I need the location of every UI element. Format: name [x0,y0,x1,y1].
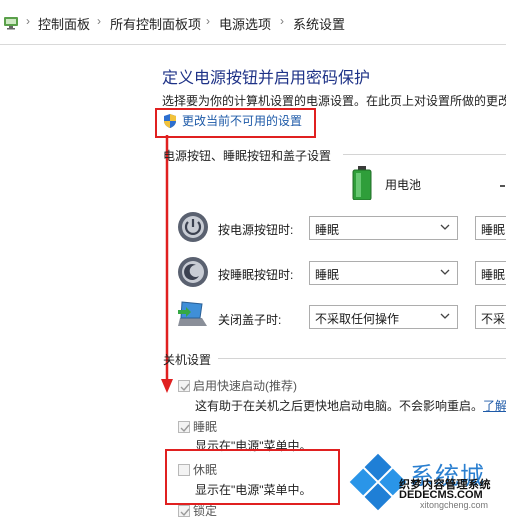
fast-startup-option[interactable]: 启用快速启动(推荐) [178,377,297,394]
section-divider [218,358,506,359]
lid-close-battery-value: 不采取任何操作 [315,312,400,326]
breadcrumb-power-options[interactable]: 电源选项 [219,14,271,33]
chevron-down-icon [440,269,450,275]
breadcrumb-separator: › [206,14,210,28]
breadcrumb-separator: › [26,14,30,28]
sleep-button-battery-select[interactable]: 睡眠 [309,261,458,285]
battery-column-label: 用电池 [385,178,422,192]
power-button-battery-select[interactable]: 睡眠 [309,216,458,240]
power-section-heading: 电源按钮、睡眠按钮和盖子设置 [163,149,332,163]
fast-startup-description: 这有助于在关机之后更快地启动电脑。不会影响重启。 [195,399,484,413]
highlight-box-hibernate [165,449,340,505]
power-button-icon [178,212,208,242]
sleep-checkbox[interactable] [178,420,190,433]
lid-close-plugged-value: 不采 [481,312,506,326]
checkmark-icon [180,508,190,516]
lock-option-label: 锁定 [193,504,218,518]
checkmark-icon [180,424,190,432]
lid-close-label: 关闭盖子时: [218,313,282,327]
sleep-button-icon [178,257,208,287]
breadcrumb-separator: › [97,14,101,28]
sleep-button-plugged-value: 睡眠 [481,268,506,282]
power-button-label: 按电源按钮时: [218,223,294,237]
control-panel-icon[interactable] [2,13,20,31]
highlight-box-change-link [155,108,316,138]
laptop-lid-icon [178,301,207,326]
chevron-down-icon [440,224,450,230]
battery-icon [352,166,372,200]
page-title: 定义电源按钮并启用密码保护 [162,70,371,87]
watermark-line3: xitongcheng.com [420,500,489,510]
learn-more-link[interactable]: 了解 [483,397,506,414]
checkmark-icon [180,383,190,391]
power-button-plugged-value: 睡眠 [481,223,506,237]
power-button-plugged-select[interactable]: 睡眠 [475,216,506,240]
power-button-battery-value: 睡眠 [315,223,340,237]
section-divider [343,154,506,155]
intro-text: 选择要为你的计算机设置的电源设置。在此页上对设置所做的更改 [162,94,506,108]
breadcrumb-system-settings[interactable]: 系统设置 [293,14,345,33]
lid-close-plugged-select[interactable]: 不采 [475,305,506,329]
sleep-option[interactable]: 睡眠 [178,418,217,435]
sleep-button-label: 按睡眠按钮时: [218,268,294,282]
fast-startup-label: 启用快速启动(推荐) [193,379,297,393]
fast-startup-checkbox[interactable] [178,379,190,392]
sleep-button-battery-value: 睡眠 [315,268,340,282]
plugged-in-icon [500,185,505,187]
breadcrumb-separator: › [280,14,284,28]
lid-close-battery-select[interactable]: 不采取任何操作 [309,305,458,329]
sleep-option-label: 睡眠 [193,420,218,434]
sleep-button-plugged-select[interactable]: 睡眠 [475,261,506,285]
breadcrumb-all-items[interactable]: 所有控制面板项 [110,14,201,33]
address-bar: › 控制面板 › 所有控制面板项 › 电源选项 › 系统设置 [0,0,506,45]
chevron-down-icon [440,313,450,319]
breadcrumb-control-panel[interactable]: 控制面板 [38,14,90,33]
shutdown-section-heading: 关机设置 [163,353,212,367]
